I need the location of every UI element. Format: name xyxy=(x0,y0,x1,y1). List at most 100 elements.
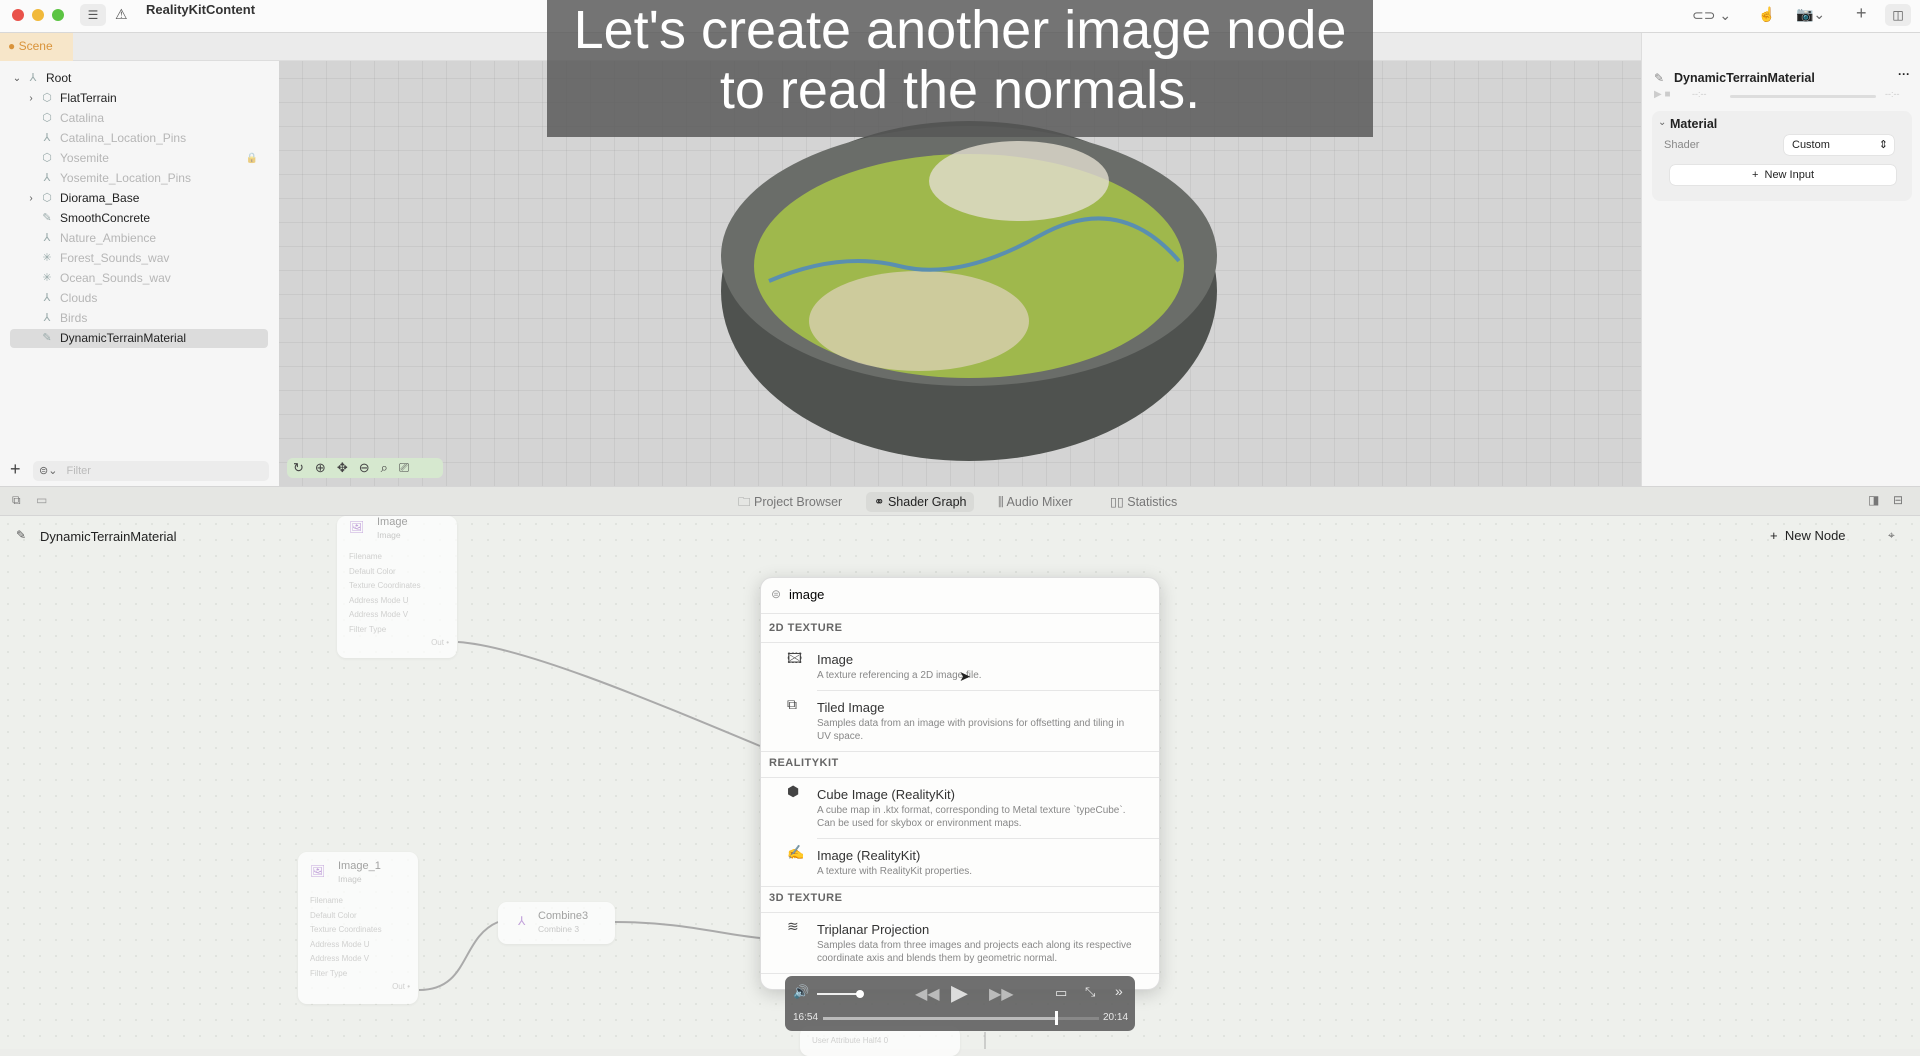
node-input-port[interactable]: Filter Type xyxy=(349,625,386,634)
search-result-item[interactable]: ⬢ Cube Image (RealityKit) A cube map in … xyxy=(761,777,1159,838)
camera-icon[interactable]: 📷⌄ xyxy=(1796,6,1825,23)
fast-forward-icon[interactable]: ▶▶ xyxy=(989,984,1014,1004)
hierarchy-item-label: Diorama_Base xyxy=(60,191,140,205)
minimize-button[interactable] xyxy=(32,9,44,21)
out-label: Out xyxy=(392,982,405,991)
node-output-port[interactable]: Out • xyxy=(431,638,449,647)
tab-shader-graph[interactable]: ⚭ Shader Graph xyxy=(866,492,975,512)
inspector-panel: ✎ DynamicTerrainMaterial ··· ▶ ■ --:-- -… xyxy=(1641,33,1920,486)
tab-statistics[interactable]: ▯▯ Statistics xyxy=(1102,492,1185,512)
gesture-icon[interactable]: ☝ xyxy=(1758,6,1775,23)
chevron-down-icon[interactable]: ⌄ xyxy=(1658,117,1666,128)
hierarchy-item[interactable]: ⬡ Yosemite 🔒 xyxy=(10,149,268,168)
hierarchy-item[interactable]: ⅄ Birds xyxy=(10,309,268,328)
inspector-toggle-icon[interactable]: ◫ xyxy=(1885,4,1911,26)
node-search-input[interactable] xyxy=(789,583,1149,605)
hierarchy-item[interactable]: › ⬡ FlatTerrain xyxy=(10,89,268,108)
node-input-port[interactable]: Default Color xyxy=(310,911,357,920)
node-input-port[interactable]: Address Mode U xyxy=(310,940,370,949)
new-node-button[interactable]: + New Node xyxy=(1770,528,1846,543)
tab-scene[interactable]: ● Scene xyxy=(0,33,73,61)
add-icon[interactable]: + xyxy=(1856,3,1867,24)
node-input-port[interactable]: Texture Coordinates xyxy=(310,925,382,934)
combine3-node[interactable]: ⅄ Combine3 Combine 3 xyxy=(498,902,615,944)
node-output-port[interactable]: Out • xyxy=(392,982,410,991)
tab-project-browser[interactable]: 🗀 Project Browser xyxy=(730,492,850,512)
right-panel-icon[interactable]: ◨ xyxy=(1868,493,1879,507)
hierarchy-item[interactable]: ✳ Ocean_Sounds_wav xyxy=(10,269,268,288)
cube-icon: ⬢ xyxy=(787,783,800,799)
volume-knob[interactable] xyxy=(856,990,864,998)
video-caption: Let's create another image node to read … xyxy=(547,0,1373,137)
node-port: User Attribute Half4 0 xyxy=(812,1036,889,1045)
hierarchy-item[interactable]: ⬡ Catalina xyxy=(10,109,268,128)
zoom-icon[interactable]: ⌕ xyxy=(381,460,399,475)
hierarchy-item[interactable]: ✎ SmoothConcrete xyxy=(10,209,268,228)
warning-icon[interactable]: ⚠ xyxy=(115,6,128,23)
list-icon[interactable]: ☰ xyxy=(80,4,106,26)
filter-icon[interactable]: ⊜⌄ xyxy=(39,465,57,477)
chevron-down-icon[interactable]: ⌄ xyxy=(10,69,24,88)
node-input-port[interactable]: Filter Type xyxy=(310,969,347,978)
hierarchy-item[interactable]: › ⬡ Diorama_Base xyxy=(10,189,268,208)
lock-icon[interactable]: 🔒 xyxy=(246,149,258,168)
viewport-toolbar[interactable]: ↻⊕✥⊖⌕⎚ xyxy=(287,458,443,478)
hierarchy-item[interactable]: ⅄ Clouds xyxy=(10,289,268,308)
new-input-button[interactable]: + New Input xyxy=(1670,165,1896,185)
camera-reset-icon[interactable]: ⎚ xyxy=(399,460,420,475)
headset-icon[interactable]: ⊂⊃ ⌄ xyxy=(1692,7,1731,24)
image-1-node[interactable]: 🖼 Image_1 Image Filename Default Color Text… xyxy=(298,852,418,1004)
volume-slider[interactable] xyxy=(817,993,859,995)
hierarchy-item[interactable]: ✳ Forest_Sounds_wav xyxy=(10,249,268,268)
hierarchy-item-label: Yosemite_Location_Pins xyxy=(60,171,191,185)
globe-icon[interactable]: ⊖ xyxy=(359,460,381,475)
hierarchy-item-label: Catalina xyxy=(60,111,105,125)
add-entity-button[interactable]: + xyxy=(10,459,21,480)
node-input-port[interactable]: Address Mode V xyxy=(349,610,408,619)
shader-select[interactable]: Custom ⇕ xyxy=(1784,135,1894,155)
chevron-right-icon[interactable]: › xyxy=(24,89,38,108)
result-title: Tiled Image xyxy=(817,700,885,715)
image-node[interactable]: 🖼 Image Image Filename Default Color Textur… xyxy=(337,516,457,658)
editor-tab-bar: ⧉ ▭ 🗀 Project Browser ⚭ Shader Graph ⫼ Aud… xyxy=(0,486,1920,516)
chevron-right-icon[interactable]: › xyxy=(24,189,38,208)
rewind-icon[interactable]: ◀◀ xyxy=(915,984,940,1004)
airplay-icon[interactable]: ▭ xyxy=(1055,985,1067,1001)
move-icon[interactable]: ✥ xyxy=(337,460,359,475)
node-input-port[interactable]: Default Color xyxy=(349,567,396,576)
hierarchy-item-label: SmoothConcrete xyxy=(60,211,151,225)
node-input-port[interactable]: Filename xyxy=(349,552,382,561)
sidebar-toggle-icon[interactable]: ▭ xyxy=(36,493,47,507)
pin-icon[interactable]: ⌖ xyxy=(1888,528,1895,543)
hierarchy-item[interactable]: ⅄ Catalina_Location_Pins xyxy=(10,129,268,148)
search-result-item[interactable]: ≋ Triplanar Projection Samples data from… xyxy=(761,912,1159,973)
node-input-port[interactable]: Address Mode V xyxy=(310,954,369,963)
more-icon[interactable]: ··· xyxy=(1898,67,1910,81)
play-icon[interactable]: ▶ xyxy=(951,980,968,1006)
zoom-button[interactable] xyxy=(52,9,64,21)
play-icon[interactable]: ▶ ■ xyxy=(1654,89,1671,100)
hierarchy-item[interactable]: ⅄ Yosemite_Location_Pins xyxy=(10,169,268,188)
windows-icon[interactable]: ⧉ xyxy=(12,493,21,508)
hierarchy-item[interactable]: ⌄ ⅄ Root xyxy=(10,69,268,88)
progress-handle[interactable] xyxy=(1054,1011,1058,1025)
node-input-port[interactable]: Address Mode U xyxy=(349,596,409,605)
hierarchy-item[interactable]: ✎ DynamicTerrainMaterial xyxy=(10,329,268,348)
exit-fullscreen-icon[interactable]: ⤡ xyxy=(1085,984,1095,1000)
close-button[interactable] xyxy=(12,9,24,21)
search-result-item[interactable]: ✍ Image (RealityKit) A texture with Real… xyxy=(761,838,1159,886)
timeline-scrubber[interactable] xyxy=(1730,95,1876,98)
more-controls-icon[interactable]: » xyxy=(1115,983,1123,999)
filter-field[interactable]: ⊜⌄ Filter xyxy=(33,461,269,481)
orbit-icon[interactable]: ⊕ xyxy=(315,460,337,475)
node-input-port[interactable]: Filename xyxy=(310,896,343,905)
tab-audio-mixer[interactable]: ⫼ Audio Mixer xyxy=(990,492,1081,512)
select-icon[interactable]: ↻ xyxy=(293,460,315,475)
search-result-item[interactable]: ⧉ Tiled Image Samples data from an image… xyxy=(761,690,1159,751)
volume-icon[interactable]: 🔊 xyxy=(793,984,809,1000)
hierarchy-item[interactable]: ⅄ Nature_Ambience xyxy=(10,229,268,248)
node-input-port[interactable]: Texture Coordinates xyxy=(349,581,421,590)
bottom-panel-icon[interactable]: ⊟ xyxy=(1893,493,1903,507)
new-input-label: New Input xyxy=(1764,169,1815,181)
hierarchy-item-label: Nature_Ambience xyxy=(60,231,157,245)
